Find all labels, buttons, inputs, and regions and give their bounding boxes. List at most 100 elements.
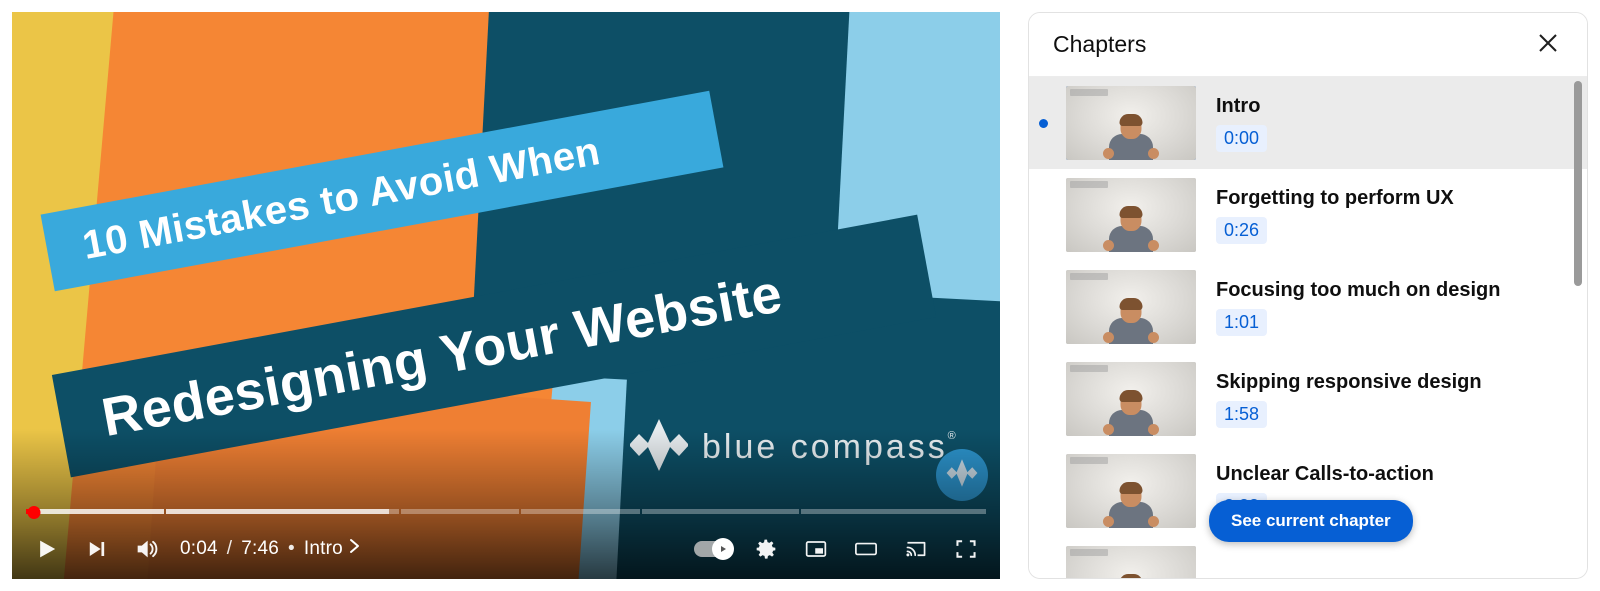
chapter-title: Forgetting to perform UX [1216,186,1454,209]
progress-chapter-segment[interactable] [26,509,164,514]
volume-icon [131,534,161,564]
settings-button[interactable] [742,525,790,573]
chapter-title: Skipping responsive design [1216,370,1482,393]
chapter-timestamp[interactable]: 0:26 [1216,216,1268,245]
thumbnail-person [1103,114,1159,160]
thumbnail-person-hand-right [1148,148,1159,159]
autoplay-toggle-knob [712,538,734,560]
thumbnail-person [1108,574,1154,578]
chapter-thumbnail[interactable] [1066,178,1196,252]
gear-icon [752,535,780,563]
thumbnail-person-hair [1119,298,1143,310]
thumbnail-person [1103,298,1159,344]
miniplayer-icon [802,535,830,563]
chapter-thumbnail[interactable] [1066,86,1196,160]
thumbnail-person-hair [1119,390,1143,402]
miniplayer-button[interactable] [792,525,840,573]
play-button[interactable] [22,525,70,573]
close-panel-button[interactable] [1527,24,1569,66]
chapter-row[interactable]: Forgetting to perform UX 0:26 [1029,169,1587,261]
registered-mark: ® [947,430,959,442]
blue-compass-wordmark: blue compass ® [702,428,959,466]
chapter-row[interactable]: Intro 0:00 [1029,77,1587,169]
chapter-row[interactable] [1029,537,1587,578]
autoplay-toggle[interactable] [686,525,740,573]
current-time: 0:04 [180,538,218,559]
chapter-thumbnail[interactable] [1066,362,1196,436]
thumbnail-person-hair [1119,482,1143,494]
progress-buffered [26,509,164,514]
compass-diamond-icon [629,417,689,478]
progress-scrubber[interactable] [27,506,41,519]
progress-chapter-segment[interactable] [800,509,986,514]
video-frame[interactable]: 10 Mistakes to Avoid When Redesigning Yo… [12,12,1000,579]
chapter-thumbnail[interactable] [1066,546,1196,578]
thumbnail-person-hand-right [1148,332,1159,343]
chapter-meta: Forgetting to perform UX 0:26 [1214,186,1569,245]
thumbnail-overlay-bar [1070,549,1108,556]
chapter-title: Intro [1216,94,1261,117]
active-chapter-dot [1039,118,1048,128]
channel-watermark-badge[interactable] [936,449,988,501]
player-controls: 0:04 / 7:46 • Intro [12,503,1000,579]
thumbnail-overlay-bar [1070,89,1108,96]
thumbnail-overlay-bar [1070,181,1108,188]
theater-mode-button[interactable] [842,525,890,573]
chapters-panel-header: Chapters [1029,13,1587,77]
thumbnail-person-hand-right [1148,516,1159,527]
thumbnail-overlay-bar [1070,273,1108,280]
autoplay-toggle-track [694,538,734,560]
close-icon [1536,31,1560,58]
chapter-title: Focusing too much on design [1216,278,1501,301]
chapter-row[interactable]: Focusing too much on design 1:01 [1029,261,1587,353]
time-separator: / [226,538,233,559]
chapters-scrollbar-thumb[interactable] [1574,81,1582,286]
next-track-icon [82,535,110,563]
right-controls [686,525,990,573]
thumbnail-person-hair [1119,114,1143,126]
chapters-panel: Chapters Intro 0:00 Forgetting to perform … [1028,12,1588,579]
progress-bar[interactable] [26,506,986,519]
cast-icon [902,535,930,563]
chapter-timestamp[interactable]: 1:58 [1216,400,1268,429]
chapters-scrollbar[interactable] [1573,77,1583,578]
thumbnail-person [1103,206,1159,252]
thumbnail-person-hand-left [1103,516,1114,527]
progress-chapter-segment[interactable] [642,509,799,514]
thumbnail-person [1103,482,1159,528]
volume-button[interactable] [122,525,170,573]
thumbnail-person-hand-left [1103,332,1114,343]
chapter-meta: Intro 0:00 [1214,94,1569,153]
progress-chapter-segment[interactable] [165,509,399,514]
next-video-button[interactable] [72,525,120,573]
progress-chapter-segment[interactable] [400,509,520,514]
play-icon [31,534,61,564]
cast-button[interactable] [892,525,940,573]
left-controls: 0:04 / 7:46 • Intro [22,525,371,573]
time-display: 0:04 / 7:46 • Intro [172,537,371,561]
fullscreen-icon [952,535,980,563]
video-player[interactable]: 10 Mistakes to Avoid When Redesigning Yo… [12,12,1000,579]
chapter-meta: Focusing too much on design 1:01 [1214,278,1569,337]
control-buttons-row: 0:04 / 7:46 • Intro [22,523,990,575]
see-current-chapter-button[interactable]: See current chapter [1209,500,1413,542]
compass-badge-icon [945,457,979,494]
thumbnail-person-hand-right [1148,424,1159,435]
chapter-timestamp[interactable]: 0:00 [1216,124,1268,153]
chapter-thumbnail[interactable] [1066,454,1196,528]
youtube-player-page: 10 Mistakes to Avoid When Redesigning Yo… [0,0,1600,591]
fullscreen-button[interactable] [942,525,990,573]
theater-icon [852,535,880,563]
chapter-timestamp[interactable]: 1:01 [1216,308,1268,337]
current-chapter-link[interactable]: Intro [304,537,361,561]
progress-buffered [165,509,389,514]
thumbnail-person-hand-left [1103,424,1114,435]
thumbnail-overlay-bar [1070,365,1108,372]
chapter-thumbnail[interactable] [1066,270,1196,344]
chapter-meta: Skipping responsive design 1:58 [1214,370,1569,429]
blue-compass-logo: blue compass ® [629,417,959,478]
chapter-title: Unclear Calls-to-action [1216,462,1434,485]
progress-chapter-segment[interactable] [521,509,640,514]
chapter-row[interactable]: Skipping responsive design 1:58 [1029,353,1587,445]
thumbnail-person-hand-left [1103,148,1114,159]
